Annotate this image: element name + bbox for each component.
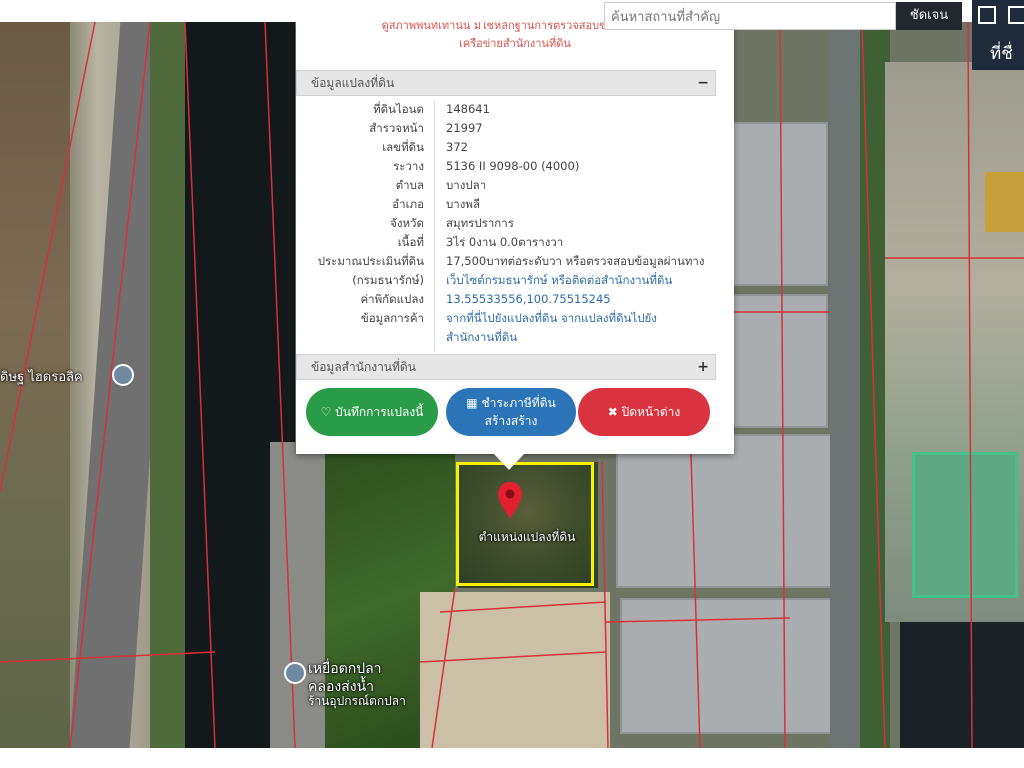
heart-icon: ♡ [320,405,336,419]
detail-key: ประมาณประเมินที่ดิน [317,254,424,268]
detail-key: ระวาง [393,159,424,173]
disclaimer-text: เครือข่ายสำนักงานที่ดิน [459,37,571,50]
detail-row: ค่าพิกัดแปลง 13.55533556,100.75515245 [296,290,716,309]
satellite-map[interactable]: ดิษฐ ไฮดรอลิค เหยื่อตกปลา คลองส่งน้ำ ร้า… [0,22,1024,748]
close-window-button[interactable]: ✖ ปิดหน้าต่าง [578,388,710,436]
shop-pin-icon[interactable] [284,662,306,684]
detail-value: 3ไร่ 0งาน 0.0ตารางวา [446,235,564,249]
detail-value: 21997 [446,121,483,135]
detail-key: (กรมธนารักษ์) [352,273,424,287]
detail-row: (กรมธนารักษ์) เว็บไซต์กรมธนารักษ์ หรือติด… [296,271,716,290]
close-icon: ✖ [607,405,622,419]
parcel-details: ที่ดินไอนด 148641 สำรวจหน้า 21997 เลขที่ดิ… [296,100,716,347]
detail-value: 5136 II 9098-00 (4000) [446,159,580,173]
poi-sublabel[interactable]: ร้านอุปกรณ์ตกปลา [308,692,406,711]
detail-key: ค่าพิกัดแปลง [360,292,424,306]
detail-key: สำรวจหน้า [369,121,424,135]
search-input[interactable] [604,2,896,30]
detail-value: 372 [446,140,468,154]
section-header-parcel[interactable]: ข้อมูลแปลงที่ดิน − [296,70,716,96]
section-header-office[interactable]: ข้อมูลสำนักงานที่ดิน + [296,354,716,380]
detail-value: บางปลา [446,178,487,192]
section-title: ข้อมูลสำนักงานที่ดิน [311,360,416,374]
detail-row: ระวาง 5136 II 9098-00 (4000) [296,157,716,176]
detail-key: เนื้อที่ [397,235,424,249]
clear-button[interactable]: ชัดเจน [896,2,962,30]
detail-value: สมุทรปราการ [446,216,514,230]
collapse-icon[interactable]: − [697,71,709,95]
save-parcel-label: บันทึกการแปลงนี้ [335,405,424,419]
detail-row: เนื้อที่ 3ไร่ 0งาน 0.0ตารางวา [296,233,716,252]
pay-tax-text: ▦ ชำระภาษีที่ดิน สร้างสร้าง [466,394,555,430]
detail-row: จังหวัด สมุทรปราการ [296,214,716,233]
section-title: ข้อมูลแปลงที่ดิน [311,76,395,90]
detail-row: ประมาณประเมินที่ดิน 17,500บาทต่อระดับวา ห… [296,252,716,271]
location-pin-icon[interactable] [495,480,525,520]
popup-pointer [494,454,524,470]
detail-key: จังหวัด [390,216,424,230]
detail-key: ตำบล [395,178,424,192]
grid-icon: ▦ [466,396,482,410]
parcel-highlight[interactable] [456,462,594,586]
treasury-link[interactable]: เว็บไซต์กรมธนารักษ์ หรือติดต่อสำนักงานที… [446,271,672,290]
directions-office-link[interactable]: สำนักงานที่ดิน [446,328,517,347]
detail-key: ที่ดินไอนด [373,102,424,116]
poi-label[interactable]: ดิษฐ ไฮดรอลิค [0,366,83,387]
bottom-bar [0,748,1024,768]
parcel-label: ตำแหน่งแปลงที่ดิน [478,530,576,544]
detail-row: ที่ดินไอนด 148641 [296,100,716,119]
save-parcel-button[interactable]: ♡ บันทึกการแปลงนี้ [306,388,438,436]
detail-value: บางพลี [446,197,481,211]
coordinates-link[interactable]: 13.55533556,100.75515245 [446,290,611,309]
parcel-info-window: ดูสภาพพื้นที่เท่านั้น มิใช่หลักฐานการตรว… [296,22,734,454]
close-window-label: ปิดหน้าต่าง [621,405,681,419]
directions-link[interactable]: จากที่นี่ไปยังแปลงที่ดิน จากแปลงที่ดินไป… [446,309,657,328]
detail-key: เลขที่ดิน [382,140,424,154]
detail-value: 17,500บาทต่อระดับวา หรือตรวจสอบข้อมูลผ่า… [446,254,705,268]
detail-row: สำนักงานที่ดิน [296,328,716,347]
expand-icon[interactable]: + [697,355,709,379]
detail-row: เลขที่ดิน 372 [296,138,716,157]
detail-key: ข้อมูลการค้า [360,311,424,325]
pay-tax-label: ชำระภาษีที่ดิน [481,396,556,410]
control-label[interactable]: ที่ชื่ [990,40,1013,67]
detail-row: อำเภอ บางพลี [296,195,716,214]
detail-key: อำเภอ [392,197,424,211]
fullscreen-icon[interactable] [1008,6,1024,24]
detail-value: 148641 [446,102,490,116]
detail-row: ข้อมูลการค้า จากที่นี่ไปยังแปลงที่ดิน จาก… [296,309,716,328]
detail-row: ตำบล บางปลา [296,176,716,195]
pay-tax-label-2: สร้างสร้าง [484,414,538,428]
pay-tax-button[interactable]: ▦ ชำระภาษีที่ดิน สร้างสร้าง [446,388,576,436]
poi-pin-icon[interactable] [112,364,134,386]
detail-row: สำรวจหน้า 21997 [296,119,716,138]
layers-icon[interactable] [978,6,996,24]
